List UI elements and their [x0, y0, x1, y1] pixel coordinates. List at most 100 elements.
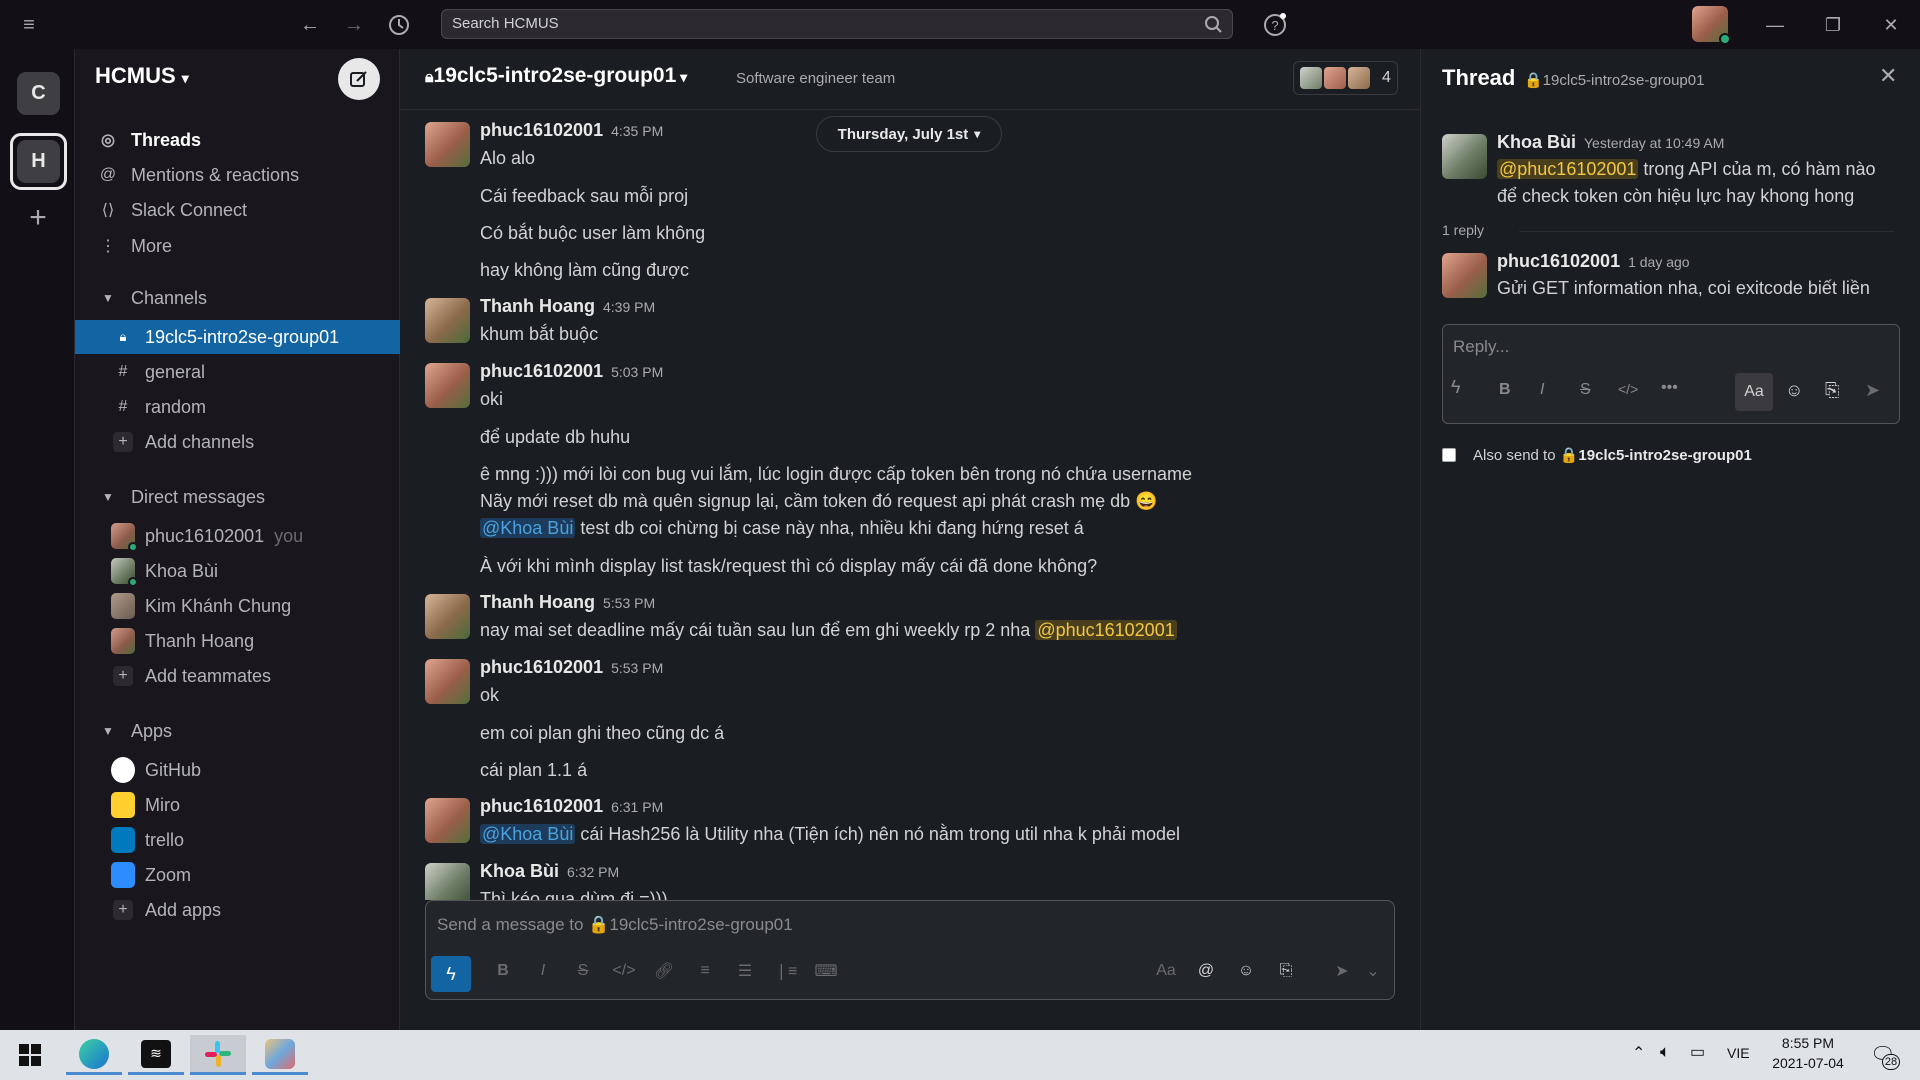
help-icon[interactable]: ?	[1262, 12, 1288, 38]
apps-section-header[interactable]: ▼ Apps	[75, 714, 400, 748]
sidebar-item-dm-kim[interactable]: Kim Khánh Chung	[75, 589, 400, 623]
more-formatting-icon[interactable]: •••	[1661, 379, 1678, 397]
avatar[interactable]	[1442, 134, 1487, 179]
sidebar-item-dm-thanh[interactable]: Thanh Hoang	[75, 624, 400, 658]
notifications-icon[interactable]: 🗨︎ 28	[1868, 1040, 1900, 1070]
terminal-app-icon[interactable]: ≋	[128, 1035, 184, 1075]
history-icon[interactable]	[386, 12, 412, 38]
sidebar-item-slack-connect[interactable]: ⟨⟩ Slack Connect	[75, 193, 400, 227]
ordered-list-icon[interactable]: ≡	[691, 957, 719, 985]
channel-title-button[interactable]: 🔒︎19clc5-intro2se-group01 ▾	[425, 64, 687, 88]
sidebar-item-threads[interactable]: ◎ Threads	[75, 123, 400, 157]
message-author[interactable]: Thanh Hoang 4:39 PM	[480, 296, 655, 317]
avatar[interactable]	[425, 798, 470, 843]
sidebar-item-mentions[interactable]: @ Mentions & reactions	[75, 158, 400, 192]
send-icon[interactable]: ➤	[1865, 380, 1880, 401]
volume-icon[interactable]: 🔈︎	[1660, 1042, 1670, 1062]
formatting-icon[interactable]: Aa	[1152, 957, 1180, 985]
reply-composer[interactable]: Reply... ϟ B I S </> ••• Aa ☺ ⎘ ➤	[1442, 324, 1900, 424]
workspace-h-selected[interactable]: H	[10, 133, 67, 190]
attach-icon[interactable]: ⎘	[1825, 380, 1839, 401]
sidebar-item-channel-19clc5[interactable]: 🔒︎ 19clc5-intro2se-group01	[75, 320, 400, 354]
edge-icon[interactable]	[66, 1035, 122, 1075]
italic-icon[interactable]: I	[529, 957, 557, 985]
workspace-c[interactable]: C	[17, 72, 60, 115]
avatar[interactable]	[425, 122, 470, 167]
workspace-switcher[interactable]: HCMUS ▾	[95, 63, 189, 89]
back-arrow-icon[interactable]: ←	[297, 12, 323, 38]
members-button[interactable]: 4	[1293, 61, 1398, 95]
bold-icon[interactable]: B	[1499, 381, 1511, 399]
bold-icon[interactable]: B	[489, 957, 517, 985]
sidebar-item-add-channels[interactable]: + Add channels	[75, 425, 400, 459]
strikethrough-icon[interactable]: S	[1580, 381, 1591, 399]
user-mention[interactable]: @phuc16102001	[1035, 620, 1177, 640]
sidebar-item-add-apps[interactable]: + Add apps	[75, 893, 400, 927]
sidebar-item-app-trello[interactable]: trello	[75, 823, 400, 857]
sidebar-item-app-miro[interactable]: Miro	[75, 788, 400, 822]
battery-icon[interactable]: ▭	[1690, 1042, 1705, 1062]
sidebar-item-channel-random[interactable]: # random	[75, 390, 400, 424]
code-block-icon[interactable]: ⌨	[812, 957, 840, 985]
also-send-checkbox[interactable]	[1442, 448, 1456, 462]
attach-icon[interactable]: ⎘	[1272, 957, 1300, 985]
avatar[interactable]	[425, 594, 470, 639]
message-author[interactable]: phuc16102001 6:31 PM	[480, 796, 663, 817]
blockquote-icon[interactable]: ❘≡	[772, 957, 800, 985]
dm-section-header[interactable]: ▼ Direct messages	[75, 480, 400, 514]
mention-icon[interactable]: @	[1192, 957, 1220, 985]
restore-icon[interactable]: ❐	[1818, 10, 1848, 40]
sidebar-item-add-teammates[interactable]: + Add teammates	[75, 659, 400, 693]
sidebar-item-app-github[interactable]: GitHub	[75, 753, 400, 787]
compose-button[interactable]	[338, 58, 380, 100]
paint-app-icon[interactable]	[252, 1035, 308, 1075]
sidebar-item-channel-general[interactable]: # general	[75, 355, 400, 389]
sidebar-item-dm-khoa[interactable]: Khoa Bùi	[75, 554, 400, 588]
windows-start-icon[interactable]	[2, 1035, 58, 1075]
message-author[interactable]: Khoa Bùi 6:32 PM	[480, 861, 619, 882]
message-author[interactable]: Thanh Hoang 5:53 PM	[480, 592, 655, 613]
avatar[interactable]	[425, 363, 470, 408]
channels-section-header[interactable]: ▼ Channels	[75, 281, 400, 315]
forward-arrow-icon[interactable]: →	[341, 12, 367, 38]
tray-chevron-up-icon[interactable]: ⌃	[1632, 1043, 1645, 1063]
search-input[interactable]: Search HCMUS	[441, 9, 1233, 39]
date-divider[interactable]: Thursday, July 1st ▾	[816, 116, 1002, 152]
shortcuts-icon[interactable]: ϟ	[1451, 377, 1477, 407]
message-author[interactable]: phuc16102001 4:35 PM	[480, 120, 663, 141]
message-author[interactable]: Khoa Bùi Yesterday at 10:49 AM	[1497, 132, 1724, 153]
message-author[interactable]: phuc16102001 5:53 PM	[480, 657, 663, 678]
close-window-icon[interactable]: ✕	[1876, 10, 1906, 40]
clock[interactable]: 8:55 PM 2021-07-04	[1768, 1035, 1848, 1071]
strikethrough-icon[interactable]: S	[569, 957, 597, 985]
avatar[interactable]	[425, 659, 470, 704]
sidebar-item-dm-phuc[interactable]: phuc16102001 you	[75, 519, 400, 553]
emoji-icon[interactable]: ☺	[1785, 380, 1803, 401]
emoji-icon[interactable]: ☺	[1232, 957, 1260, 985]
close-icon[interactable]: ✕	[1879, 63, 1897, 89]
message-list[interactable]: phuc16102001 4:35 PM Alo alo Cái feedback…	[400, 110, 1420, 900]
avatar[interactable]	[425, 863, 470, 900]
language-indicator[interactable]: VIE	[1727, 1045, 1750, 1061]
message-composer[interactable]: Send a message to 🔒19clc5-intro2se-group…	[425, 900, 1395, 1000]
send-options-chevron-icon[interactable]: ⌄	[1363, 957, 1383, 985]
minimize-icon[interactable]: —	[1760, 10, 1790, 40]
link-icon[interactable]: 🔗︎	[650, 957, 678, 985]
menu-icon[interactable]: ≡	[16, 12, 42, 38]
code-icon[interactable]: </>	[1618, 381, 1638, 397]
bulleted-list-icon[interactable]: ☰	[731, 957, 759, 985]
formatting-icon[interactable]: Aa	[1735, 373, 1773, 411]
user-mention[interactable]: @Khoa Bùi	[480, 518, 576, 538]
sidebar-item-more[interactable]: ⋮ More	[75, 229, 400, 263]
slack-icon[interactable]	[190, 1035, 246, 1075]
thread-channel-link[interactable]: 🔒19clc5-intro2se-group01	[1524, 71, 1704, 89]
shortcuts-icon[interactable]: ϟ	[431, 956, 471, 992]
message-author[interactable]: phuc16102001 1 day ago	[1497, 251, 1690, 272]
add-workspace-icon[interactable]: +	[22, 201, 54, 237]
italic-icon[interactable]: I	[1540, 381, 1544, 399]
user-mention[interactable]: @Khoa Bùi	[480, 824, 576, 844]
user-avatar[interactable]	[1692, 6, 1731, 45]
send-icon[interactable]: ➤	[1328, 957, 1356, 985]
user-mention[interactable]: @phuc16102001	[1497, 159, 1639, 179]
code-icon[interactable]: </>	[610, 957, 638, 985]
